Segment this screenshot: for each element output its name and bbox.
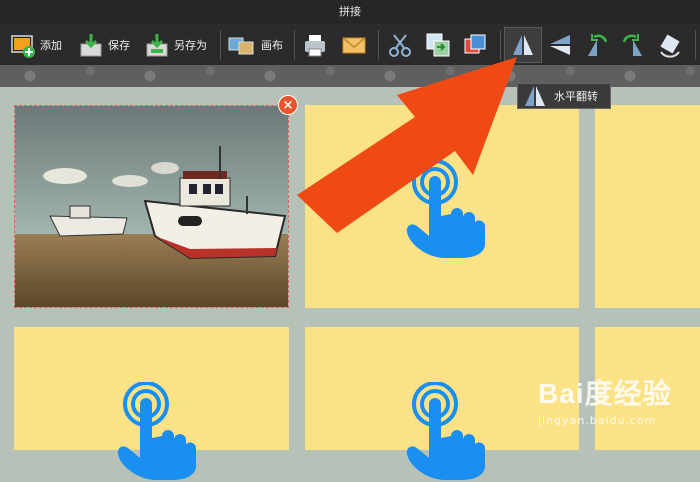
save-label: 保存 (108, 39, 130, 52)
save-as-button[interactable]: 另存为 (144, 28, 207, 62)
canvas-button[interactable]: 画布 (227, 28, 283, 62)
rotate-free-icon (660, 34, 680, 58)
flip-vertical-button[interactable] (547, 28, 573, 62)
flip-vertical-icon (550, 35, 570, 55)
rotate-left-icon (588, 34, 608, 56)
tap-hand-icon (117, 382, 196, 480)
watermark: Bai度经验 jingyan.baidu.com (538, 372, 672, 427)
save-button[interactable]: 保存 (78, 28, 130, 62)
rotate-right-button[interactable] (620, 28, 646, 62)
save-icon (80, 34, 102, 57)
empty-slot[interactable] (14, 327, 289, 480)
watermark-url: jingyan.baidu.com (538, 414, 657, 427)
add-label: 添加 (40, 39, 62, 52)
rotate-left-button[interactable] (584, 28, 610, 62)
toolbar-divider (220, 30, 221, 60)
tap-hand-icon (406, 382, 485, 480)
toolbar-divider (695, 30, 696, 60)
window-title: 拼接 (0, 0, 700, 24)
canvas-icon (228, 37, 254, 55)
flip-horizontal-icon (525, 86, 545, 106)
empty-slot[interactable] (595, 105, 700, 308)
canvas-label: 画布 (261, 39, 283, 52)
annotation-arrow (297, 57, 517, 233)
save-as-label: 另存为 (174, 39, 207, 52)
add-image-icon (11, 35, 35, 58)
boats-photo (15, 106, 288, 307)
save-as-icon (146, 34, 168, 57)
photo-slot[interactable] (14, 105, 289, 308)
watermark-brand: Bai度经验 (538, 378, 672, 409)
tooltip: 水平翻转 (517, 83, 611, 109)
rotate-free-button[interactable] (658, 28, 684, 62)
add-button[interactable]: 添加 (10, 28, 62, 62)
rotate-right-icon (622, 34, 642, 56)
tooltip-label: 水平翻转 (554, 90, 598, 103)
